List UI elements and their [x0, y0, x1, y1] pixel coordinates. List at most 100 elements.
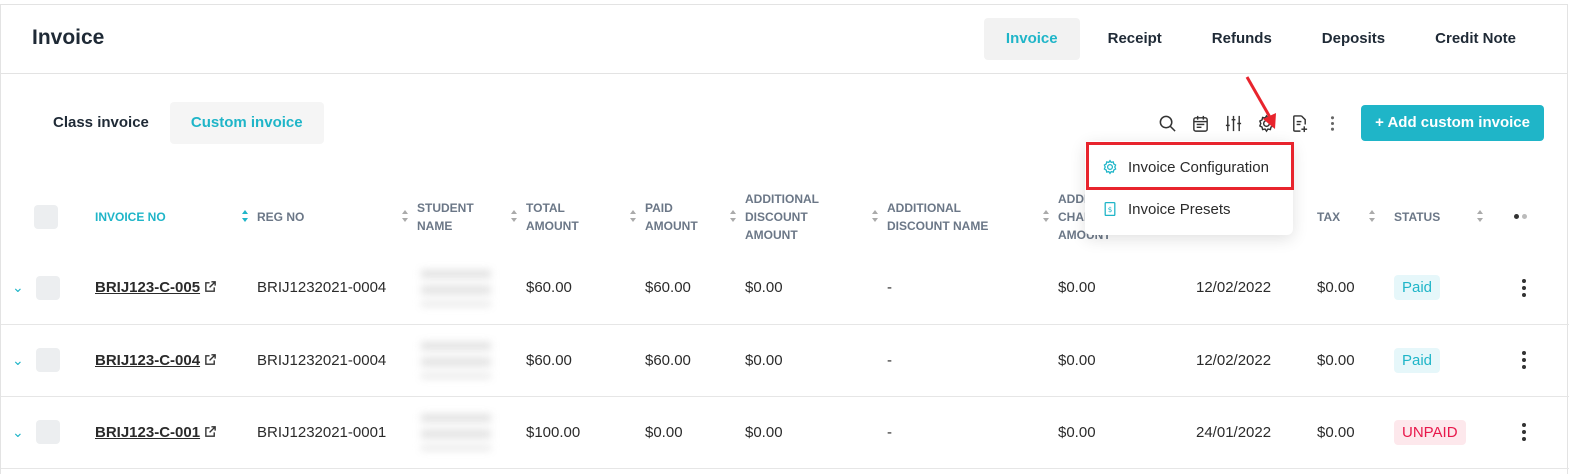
discount-name-cell: - — [887, 324, 1058, 397]
tab-invoice[interactable]: Invoice — [983, 18, 1080, 60]
charge-amount-cell: $0.00 — [1058, 324, 1196, 397]
tax-cell: $0.00 — [1317, 396, 1394, 469]
sort-icon — [630, 210, 636, 222]
charge-amount-cell: $0.00 — [1058, 396, 1196, 469]
col-tax[interactable]: TAX — [1317, 181, 1394, 252]
tax-cell: $0.00 — [1317, 324, 1394, 397]
invoice-preset-icon: $ — [1104, 201, 1116, 217]
add-custom-invoice-button[interactable]: + Add custom invoice — [1361, 105, 1544, 141]
table-header-row: INVOICE NO REG NO STUDENT NAME TOTAL AMO… — [1, 181, 1569, 252]
table-row[interactable]: ⌄ BRIJ123-C-001 BRIJ1232021-0001 $100.00… — [1, 396, 1569, 469]
sort-icon — [730, 210, 736, 222]
discount-name-cell: - — [887, 396, 1058, 469]
chevron-down-icon[interactable]: ⌄ — [12, 279, 24, 296]
row-controls: ⌄ — [1, 324, 95, 397]
col-reg-no[interactable]: REG NO — [257, 181, 417, 252]
discount-amount-cell: $0.00 — [745, 396, 887, 469]
blurred-student-name — [421, 269, 491, 306]
col-status[interactable]: STATUS — [1394, 181, 1514, 252]
more-vertical-icon[interactable] — [1514, 350, 1534, 370]
row-controls: ⌄ — [1, 396, 95, 469]
reg-no-cell: BRIJ1232021-0004 — [257, 252, 417, 325]
more-vertical-icon[interactable] — [1316, 107, 1349, 140]
tab-custom-invoice[interactable]: Custom invoice — [169, 102, 324, 144]
header-bar: Invoice Invoice Receipt Refunds Deposits… — [1, 5, 1567, 74]
tab-receipt[interactable]: Receipt — [1086, 18, 1184, 60]
table-row[interactable]: ⌄ BRIJ123-C-004 BRIJ1232021-0004 $60.00 … — [1, 324, 1569, 397]
select-all-cell — [1, 181, 95, 252]
status-badge: Paid — [1394, 275, 1441, 301]
sort-icon — [242, 210, 248, 222]
settings-dropdown-menu: Invoice Configuration $ Invoice Presets — [1085, 141, 1293, 235]
chevron-down-icon[interactable]: ⌄ — [12, 424, 24, 441]
menu-item-label: Invoice Presets — [1128, 200, 1231, 218]
svg-text:$: $ — [1108, 205, 1113, 214]
row-controls: ⌄ — [1, 252, 95, 325]
chevron-down-icon[interactable]: ⌄ — [12, 352, 24, 369]
menu-item-label: Invoice Configuration — [1128, 158, 1269, 176]
toolbar: + Add custom invoice — [1151, 105, 1544, 141]
status-cell: Paid — [1394, 252, 1514, 325]
col-status-label: STATUS — [1394, 209, 1441, 224]
status-cell: Paid — [1394, 324, 1514, 397]
discount-amount-cell: $0.00 — [745, 252, 887, 325]
invoice-link[interactable]: BRIJ123-C-004 — [95, 352, 200, 369]
col-additional-discount-amount[interactable]: ADDITIONAL DISCOUNT AMOUNT — [745, 181, 887, 252]
col-additional-discount-name[interactable]: ADDITIONAL DISCOUNT NAME — [887, 181, 1058, 252]
paid-amount-cell: $0.00 — [645, 396, 745, 469]
student-name-cell — [417, 252, 526, 325]
top-tabs: Invoice Receipt Refunds Deposits Credit … — [983, 18, 1538, 60]
page-title: Invoice — [32, 26, 105, 49]
col-total-amount[interactable]: TOTAL AMOUNT — [526, 181, 645, 252]
sort-icon — [872, 210, 878, 222]
blurred-student-name — [421, 342, 491, 378]
col-tax-label: TAX — [1317, 209, 1341, 224]
invoice-link[interactable]: BRIJ123-C-005 — [95, 279, 200, 296]
col-student-name[interactable]: STUDENT NAME — [417, 181, 526, 252]
row-actions-cell — [1514, 396, 1569, 469]
date-cell: 12/02/2022 — [1196, 324, 1317, 397]
col-student-name-label: STUDENT NAME — [417, 200, 474, 233]
document-export-icon[interactable] — [1283, 107, 1316, 140]
tab-refunds[interactable]: Refunds — [1190, 18, 1294, 60]
invoice-no-cell: BRIJ123-C-005 — [95, 252, 257, 325]
invoice-no-cell: BRIJ123-C-004 — [95, 324, 257, 397]
row-checkbox[interactable] — [35, 348, 60, 372]
paid-amount-cell: $60.00 — [645, 324, 745, 397]
invoice-page: Invoice Invoice Receipt Refunds Deposits… — [0, 4, 1569, 474]
tab-class-invoice[interactable]: Class invoice — [32, 102, 170, 144]
menu-item-invoice-configuration[interactable]: Invoice Configuration — [1085, 146, 1293, 188]
tab-credit-note[interactable]: Credit Note — [1413, 18, 1538, 60]
row-actions-cell — [1514, 252, 1569, 325]
calendar-icon[interactable] — [1184, 107, 1217, 140]
charge-amount-cell: $0.00 — [1058, 252, 1196, 325]
discount-name-cell: - — [887, 252, 1058, 325]
external-link-icon[interactable] — [204, 425, 217, 438]
external-link-icon[interactable] — [204, 353, 217, 366]
select-all-checkbox[interactable] — [34, 204, 58, 229]
external-link-icon[interactable] — [204, 280, 217, 293]
more-vertical-icon[interactable] — [1514, 422, 1534, 442]
student-name-cell — [417, 396, 526, 469]
paid-amount-cell: $60.00 — [645, 252, 745, 325]
col-invoice-no[interactable]: INVOICE NO — [95, 181, 257, 252]
col-additional-discount-name-label: ADDITIONAL DISCOUNT NAME — [887, 200, 989, 233]
tab-deposits[interactable]: Deposits — [1300, 18, 1407, 60]
search-icon[interactable] — [1151, 107, 1184, 140]
sort-icon — [1477, 210, 1483, 222]
menu-item-invoice-presets[interactable]: $ Invoice Presets — [1085, 188, 1293, 230]
table-row[interactable]: ⌄ BRIJ123-C-005 BRIJ1232021-0004 $60.00 … — [1, 252, 1569, 325]
invoice-link[interactable]: BRIJ123-C-001 — [95, 424, 200, 441]
reg-no-cell: BRIJ1232021-0001 — [257, 396, 417, 469]
total-amount-cell: $60.00 — [526, 324, 645, 397]
status-badge: Paid — [1394, 347, 1441, 373]
row-checkbox[interactable] — [35, 420, 60, 444]
row-checkbox[interactable] — [35, 275, 60, 300]
col-additional-discount-amount-label: ADDITIONAL DISCOUNT AMOUNT — [745, 191, 819, 242]
col-paid-amount[interactable]: PAID AMOUNT — [645, 181, 745, 252]
student-name-cell — [417, 324, 526, 397]
column-toggle-icon[interactable] — [1514, 214, 1547, 219]
annotation-arrow — [1245, 76, 1276, 129]
sub-tabs: Class invoice Custom invoice — [32, 102, 324, 144]
more-vertical-icon[interactable] — [1514, 278, 1534, 298]
